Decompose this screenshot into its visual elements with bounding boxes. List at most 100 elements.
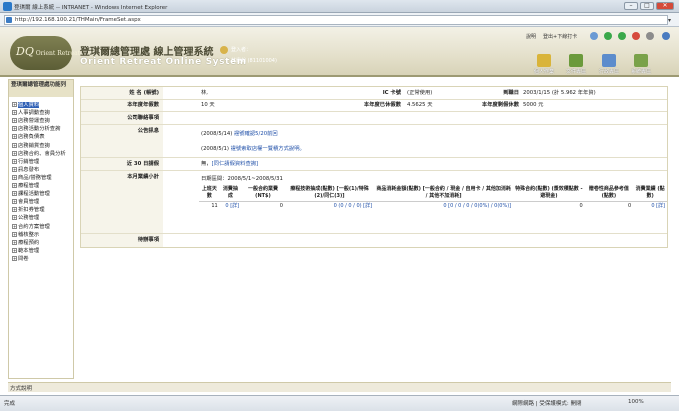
expand-icon[interactable]: + — [12, 199, 17, 205]
sidebar-item[interactable]: + 商品/營務管理 — [12, 173, 74, 181]
icon-documents[interactable]: 文件專區 — [563, 54, 589, 75]
browser-title: 登琪爾 線上系統 -- INTRANET - Windows Internet … — [14, 5, 168, 11]
app-title: 登琪爾總管理處 線上管理系統 — [80, 47, 214, 58]
remain-label: 本年度剩假休數 — [481, 102, 519, 108]
ic-value: (正常使用) — [407, 90, 433, 96]
chevron-down-icon[interactable]: ▾ — [668, 17, 671, 24]
icon-personal[interactable]: 個人作業 — [531, 54, 557, 75]
expand-icon[interactable]: + — [12, 102, 17, 107]
icon-system[interactable]: 系統專區 — [628, 54, 654, 75]
sidebar-item-label: 療程管理 — [18, 183, 40, 189]
expand-icon[interactable]: + — [12, 142, 17, 148]
sidebar-item[interactable]: + 會員管理 — [12, 197, 74, 205]
print-icon[interactable] — [646, 32, 654, 40]
info-row-leave: 本年度年假數 10 天 本年度已休假數 4.5625 天 本年度剩假休數 500… — [81, 100, 667, 112]
announce-item: (2008/5/1) 證號索取店權一覽積方式說明。 — [201, 144, 305, 152]
sidebar-item[interactable]: + 問卷 — [12, 254, 74, 262]
icon-admin[interactable]: 行政專區 — [596, 54, 622, 75]
expand-icon[interactable]: + — [12, 158, 17, 164]
logout-link[interactable]: 登出+下線打卡 — [543, 33, 577, 40]
sidebar-item[interactable]: + 店務合約、會員分析 — [12, 149, 74, 157]
expand-icon[interactable]: + — [12, 183, 17, 188]
table-cell: 11 — [211, 203, 218, 209]
expand-icon[interactable]: + — [12, 215, 17, 221]
personal-icon — [537, 54, 551, 67]
sidebar-item[interactable]: + 療程管理 — [12, 181, 74, 189]
expand-icon[interactable]: + — [12, 239, 17, 245]
sidebar-item[interactable]: + 範本管理 — [12, 246, 74, 254]
announce-item: (2008/5/14) 證號確認5/20前回 — [201, 129, 278, 137]
sidebar-item[interactable]: + 店務活動分析查詢 — [12, 124, 74, 132]
column-header: 贈卷性商品參考值 (點數) — [584, 185, 634, 202]
announce-link[interactable]: 證號確認5/20前回 — [234, 131, 278, 137]
column-header: 一般合約業費 (NT$) — [241, 185, 285, 202]
expand-icon[interactable]: + — [12, 207, 17, 213]
expand-icon[interactable]: + — [12, 110, 17, 116]
sidebar-item-label: 商品/營務管理 — [18, 174, 52, 181]
sidebar-item-label: 店務銷貨查詢 — [18, 142, 50, 149]
expand-icon[interactable]: + — [12, 166, 17, 172]
icon-label: 文件專區 — [565, 69, 586, 75]
sidebar-item-label: 折扣券管理 — [18, 207, 45, 214]
sidebar-item[interactable]: + 店務銷貨查詢 — [12, 141, 74, 149]
table-cell: 0 [詳] — [225, 203, 240, 209]
expand-icon[interactable]: + — [12, 126, 17, 132]
announce-date: (2008/5/14) — [201, 131, 233, 137]
refresh-icon[interactable] — [662, 32, 670, 40]
expand-icon[interactable]: + — [12, 223, 17, 229]
leave-query-link[interactable]: [同仁請假資料查詢] — [212, 161, 259, 167]
expand-icon[interactable]: + — [12, 174, 17, 180]
sidebar-item[interactable]: + 個人資料 — [12, 100, 74, 108]
info-row-recent: 近 30 日請假 無，[同仁請假資料查詢] — [81, 158, 667, 171]
announce-link[interactable]: 證號索取店權一覽積方式說明。 — [231, 146, 305, 152]
expand-icon[interactable]: + — [12, 255, 17, 261]
sidebar-item-label: 範本管理 — [18, 247, 40, 254]
forward-icon[interactable] — [618, 32, 626, 40]
ie-icon — [3, 2, 12, 11]
help-link-bottom[interactable]: 方式說明 — [10, 384, 32, 392]
expand-icon[interactable]: + — [12, 150, 17, 156]
user-icon — [220, 46, 228, 54]
sidebar-item[interactable]: + 店務負債表 — [12, 132, 74, 140]
announce-label: 公告訊息 — [81, 125, 163, 157]
expand-icon[interactable]: + — [12, 247, 17, 253]
sidebar-item[interactable]: + 課程活動管理 — [12, 189, 74, 197]
maximize-button[interactable]: □ — [640, 2, 654, 10]
expand-icon[interactable]: + — [12, 134, 17, 140]
icon-label: 個人作業 — [533, 69, 554, 75]
sidebar-item-label: 人事調動查詢 — [18, 110, 50, 117]
sidebar-item[interactable]: + 訊息發布 — [12, 165, 74, 173]
logo: DQ Orient Retreat — [10, 36, 80, 70]
report-value: 2003/1/15 (計 5.962 年年資) — [523, 90, 596, 96]
back-icon[interactable] — [604, 32, 612, 40]
sidebar-item[interactable]: + 折扣券管理 — [12, 205, 74, 213]
column-header: 特殊合約(點數) (漿效積點數 - 避現金) — [513, 185, 585, 202]
monthly-period: 日期區間：2008/5/1~2008/5/31 — [201, 176, 283, 182]
documents-icon — [569, 54, 583, 67]
sidebar-item[interactable]: + 療程預約 — [12, 238, 74, 246]
url-field[interactable]: http://192.168.100.21/THMain/FrameSet.as… — [4, 15, 668, 25]
expand-icon[interactable]: + — [12, 191, 17, 197]
recent-text: 無， — [201, 161, 212, 167]
sidebar-item[interactable]: + 公務管理 — [12, 213, 74, 221]
security-zone: 網際網路 | 受保護模式: 開閉 — [512, 401, 582, 407]
expand-icon[interactable]: + — [12, 118, 17, 124]
sidebar-item[interactable]: + 稽核整示 — [12, 230, 74, 238]
minimize-button[interactable]: – — [624, 2, 638, 10]
expand-icon[interactable]: + — [12, 231, 17, 237]
zoom-level[interactable]: 100% — [628, 399, 644, 405]
home-icon[interactable] — [590, 32, 598, 40]
sidebar-item[interactable]: + 店務營運查詢 — [12, 116, 74, 124]
name-value: 林, — [201, 90, 208, 96]
sidebar-item[interactable]: + 合約方案管理 — [12, 222, 74, 230]
page-icon — [6, 17, 12, 23]
remain-value: 5000 元 — [523, 102, 544, 108]
sidebar-item-label: 問卷 — [18, 255, 29, 262]
sidebar-item-label: 合約方案管理 — [18, 223, 50, 230]
sidebar-item[interactable]: + 人事調動查詢 — [12, 108, 74, 116]
stop-icon[interactable] — [632, 32, 640, 40]
help-link[interactable]: 說明 — [526, 33, 536, 40]
close-button[interactable]: ✕ — [656, 2, 674, 10]
sidebar-item[interactable]: + 行銷管理 — [12, 157, 74, 165]
sidebar-item-label: 店務營運查詢 — [18, 118, 50, 125]
